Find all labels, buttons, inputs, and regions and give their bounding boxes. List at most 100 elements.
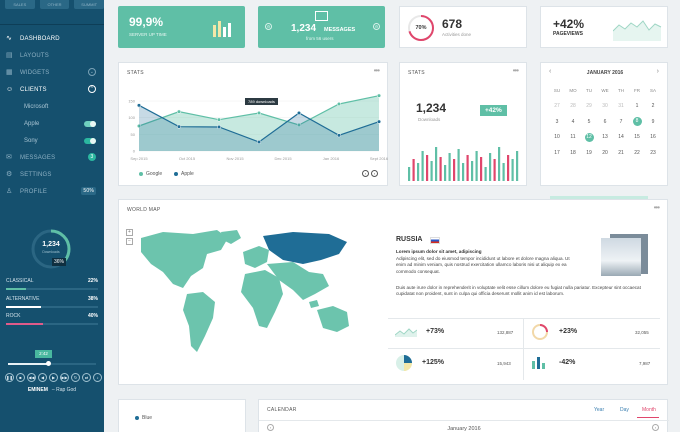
data-point[interactable] (176, 124, 182, 129)
chevron-down-icon[interactable]: ⌄ (88, 68, 96, 76)
data-point[interactable] (136, 103, 142, 108)
data-point[interactable] (336, 101, 342, 107)
calendar-day[interactable]: 30 (597, 103, 613, 109)
zoom-out-icon[interactable]: − (126, 238, 133, 245)
data-point[interactable] (376, 119, 382, 124)
sidebar-item-clients[interactable]: ☺ CLIENTS ⌃ (0, 81, 104, 98)
chevron-right-icon[interactable]: › (652, 424, 659, 431)
calendar-day[interactable]: 22 (629, 150, 645, 156)
calendar-day[interactable]: 6 (597, 119, 613, 125)
client-apple[interactable]: Apple (0, 115, 104, 132)
sony-toggle[interactable] (84, 138, 96, 144)
map-russia[interactable] (263, 232, 347, 264)
calendar-day[interactable]: 9 (645, 119, 661, 125)
map-indonesia[interactable] (309, 300, 319, 308)
calendar-day[interactable]: 23 (645, 150, 661, 156)
calendar-day[interactable]: 1 (629, 103, 645, 109)
world-map[interactable] (133, 228, 389, 378)
chevron-right-icon[interactable]: › (371, 170, 378, 177)
map-australia[interactable] (317, 306, 349, 332)
x-tick-label: Nov 2015 (226, 156, 244, 161)
volume-icon[interactable]: ♪ (93, 373, 102, 382)
calendar-day[interactable]: 15 (629, 134, 645, 140)
map-europe[interactable] (243, 246, 269, 268)
calendar-day[interactable]: 3 (549, 119, 565, 125)
shuffle-icon[interactable]: ⇄ (82, 373, 91, 382)
client-sony[interactable]: Sony (0, 132, 104, 149)
mini-bar (430, 161, 433, 181)
pause-icon[interactable]: ❚❚ (5, 373, 14, 382)
pie-chart-icon (396, 355, 412, 371)
activities-percent: 70% (415, 25, 427, 31)
client-microsoft[interactable]: Microsoft (0, 98, 104, 115)
data-point[interactable] (216, 124, 222, 130)
sidebar-item-profile[interactable]: ♙ PROFILE 50% (0, 183, 104, 200)
repeat-icon[interactable]: ↻ (71, 373, 80, 382)
calendar-day[interactable]: 19 (581, 150, 597, 156)
more-icon[interactable]: ••• (513, 66, 519, 75)
sidebar-item-dashboard[interactable]: ∿ DASHBOARD (0, 30, 104, 47)
calendar-day[interactable]: 10 (549, 134, 565, 140)
tab-sales[interactable]: SALES (5, 0, 35, 9)
calendar-day[interactable]: 11 (565, 134, 581, 140)
data-point[interactable] (216, 117, 222, 122)
sidebar-item-settings[interactable]: ⚙ SETTINGS (0, 166, 104, 183)
calendar-day[interactable]: 5 (581, 119, 597, 125)
previous-icon[interactable]: ◀ (38, 373, 47, 382)
calendar-day[interactable]: 28 (565, 103, 581, 109)
map-north-america[interactable] (141, 230, 228, 288)
data-point[interactable] (296, 110, 302, 116)
tab-month[interactable]: Month (642, 407, 656, 413)
more-icon[interactable]: ••• (654, 203, 660, 212)
calendar-day[interactable]: 20 (597, 150, 613, 156)
tab-summit[interactable]: SUMMIT (74, 0, 105, 9)
player-progress-knob[interactable] (45, 361, 51, 366)
data-point[interactable] (376, 93, 382, 98)
chevron-left-icon[interactable]: ‹ (362, 170, 369, 177)
tab-day[interactable]: Day (620, 407, 629, 413)
x-tick-label: Sep 2015 (130, 156, 148, 161)
rewind-icon[interactable]: ◀◀ (27, 373, 36, 382)
country-heading: Lorem ipsum dolor sit amet, adipiscing (396, 249, 482, 254)
map-south-america[interactable] (183, 292, 215, 352)
calendar-day[interactable]: 8 (629, 117, 645, 127)
calendar-day[interactable]: 2 (645, 103, 661, 109)
y-tick-label: 0 (133, 149, 136, 154)
tab-other[interactable]: OTHER (39, 0, 70, 9)
calendar-day[interactable]: 12 (581, 132, 597, 142)
tab-year[interactable]: Year (594, 407, 604, 413)
calendar-day[interactable]: 7 (613, 119, 629, 125)
sidebar-item-messages[interactable]: ✉ MESSAGES 3 (0, 149, 104, 166)
stats-small-card: STATS ••• 1,234 Downloads +42% (399, 62, 527, 186)
calendar-day[interactable]: 13 (597, 134, 613, 140)
sidebar-item-layouts[interactable]: ▤ LAYOUTS (0, 47, 104, 64)
calendar-day[interactable]: 31 (613, 103, 629, 109)
calendar-day[interactable]: 21 (613, 150, 629, 156)
calendar-day[interactable]: 29 (581, 103, 597, 109)
apple-toggle[interactable] (84, 121, 96, 127)
settings-icon[interactable]: ⚙ (265, 23, 272, 30)
next-icon[interactable]: ▶ (49, 373, 58, 382)
data-point[interactable] (336, 133, 342, 138)
chevron-up-icon[interactable]: ⌃ (88, 85, 96, 93)
calendar-day[interactable]: 4 (565, 119, 581, 125)
calendar-day[interactable]: 18 (565, 150, 581, 156)
sidebar-item-widgets[interactable]: ▦ WIDGETS ⌄ (0, 64, 104, 81)
player-progress[interactable] (8, 361, 96, 366)
y-tick-label: 150 (128, 99, 135, 104)
activities-tile: 70% 678 Activities done (399, 6, 527, 48)
data-point[interactable] (256, 110, 262, 116)
settings-icon[interactable]: ⚙ (373, 23, 380, 30)
legend-card: Blue (118, 399, 246, 432)
chevron-right-icon[interactable]: › (657, 68, 659, 75)
data-point[interactable] (176, 109, 182, 114)
map-africa[interactable] (241, 270, 283, 328)
calendar-day[interactable]: 16 (645, 134, 661, 140)
data-point[interactable] (256, 139, 262, 145)
zoom-in-icon[interactable]: + (126, 229, 133, 236)
calendar-day[interactable]: 14 (613, 134, 629, 140)
forward-icon[interactable]: ▶▶ (60, 373, 69, 382)
calendar-day[interactable]: 17 (549, 150, 565, 156)
stop-icon[interactable]: ■ (16, 373, 25, 382)
calendar-day[interactable]: 27 (549, 103, 565, 109)
